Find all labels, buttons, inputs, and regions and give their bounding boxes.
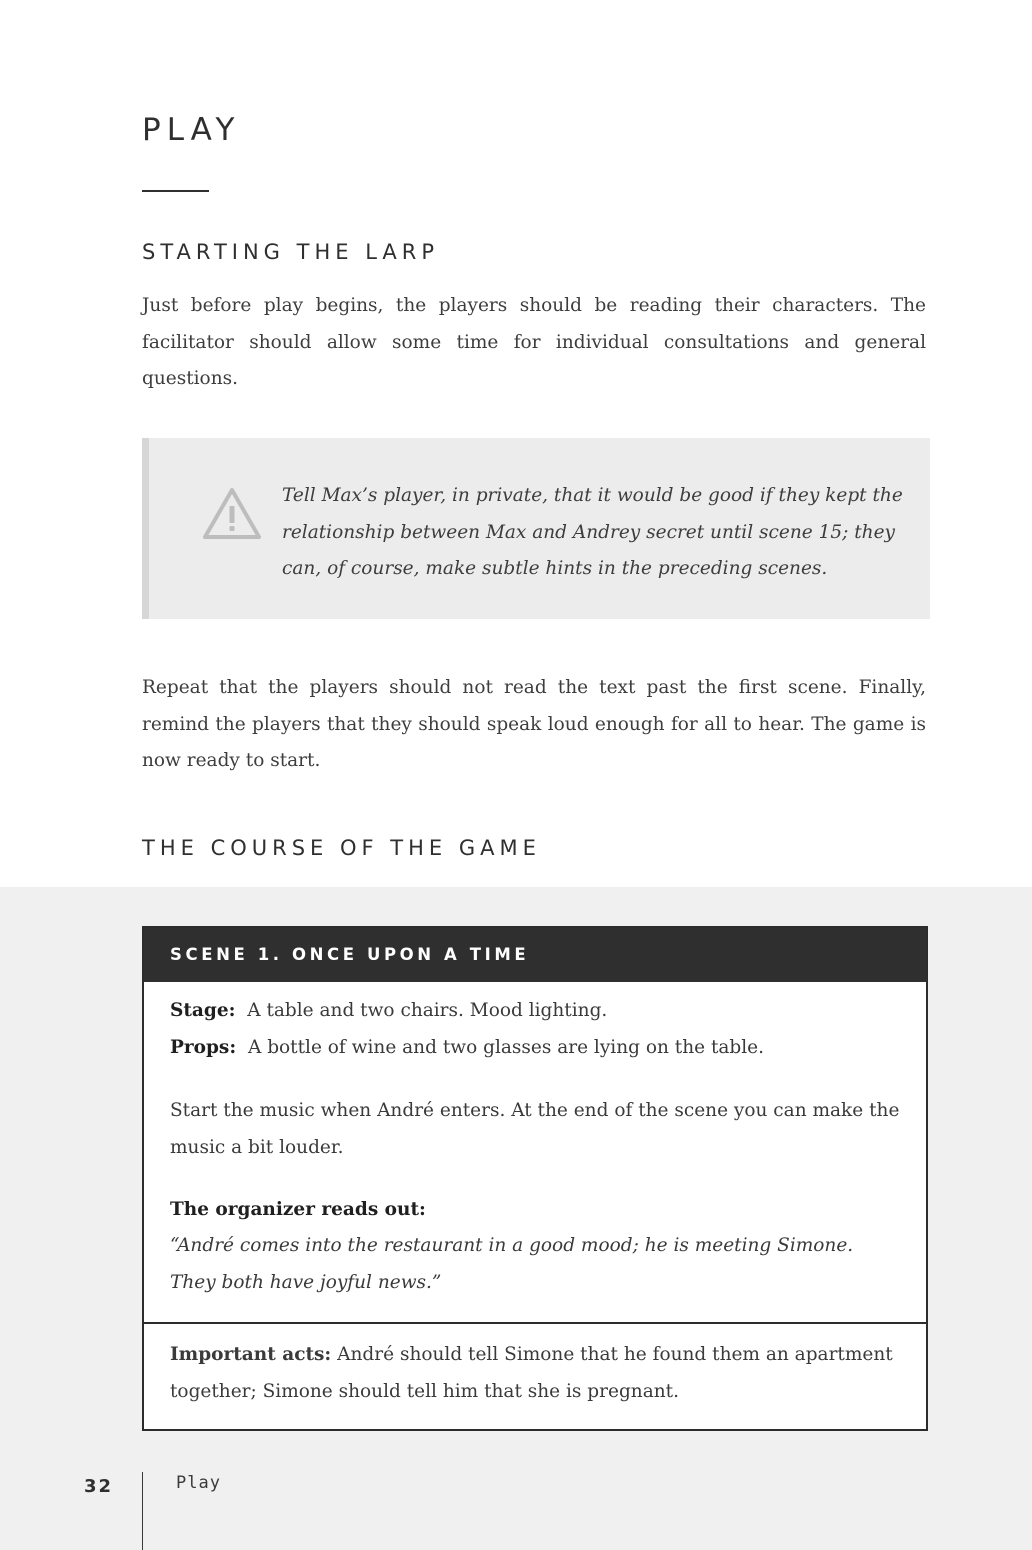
warning-triangle-icon (203, 488, 261, 539)
stage-label: Stage: (170, 1000, 236, 1021)
stage-line: Stage: A table and two chairs. Mood ligh… (170, 993, 607, 1030)
props-label: Props: (170, 1037, 237, 1058)
acts-label: Important acts: (170, 1344, 332, 1365)
organizer-label: The organizer reads out: (170, 1199, 426, 1220)
section-heading-course: THE COURSE OF THE GAME (142, 836, 541, 860)
scene-body: Stage: A table and two chairs. Mood ligh… (144, 982, 926, 1322)
section-heading-starting: STARTING THE LARP (142, 240, 439, 264)
chapter-title: PLAY (142, 112, 241, 148)
footer-section-label: Play (176, 1473, 221, 1493)
important-acts: Important acts: André should tell Simone… (170, 1337, 900, 1410)
note-text: Tell Max’s player, in private, that it w… (282, 485, 903, 579)
intro-paragraph: Just before play begins, the players sho… (142, 295, 926, 389)
stage-value: A table and two chairs. Mood lighting. (247, 1000, 608, 1021)
props-line: Props: A bottle of wine and two glasses … (170, 1030, 764, 1067)
repeat-paragraph: Repeat that the players should not read … (142, 677, 926, 771)
scene-title: SCENE 1. ONCE UPON A TIME (144, 928, 926, 982)
page-number: 32 (84, 1476, 114, 1497)
props-value: A bottle of wine and two glasses are lyi… (247, 1037, 764, 1058)
scene-card: SCENE 1. ONCE UPON A TIME Stage: A table… (142, 926, 928, 1431)
music-note: Start the music when André enters. At th… (170, 1100, 900, 1158)
organizer-quote: “André comes into the restaurant in a go… (170, 1235, 854, 1293)
title-rule (142, 190, 209, 192)
footer-rule (142, 1472, 143, 1550)
note-box: Tell Max’s player, in private, that it w… (142, 438, 930, 619)
scene-divider (144, 1322, 926, 1324)
